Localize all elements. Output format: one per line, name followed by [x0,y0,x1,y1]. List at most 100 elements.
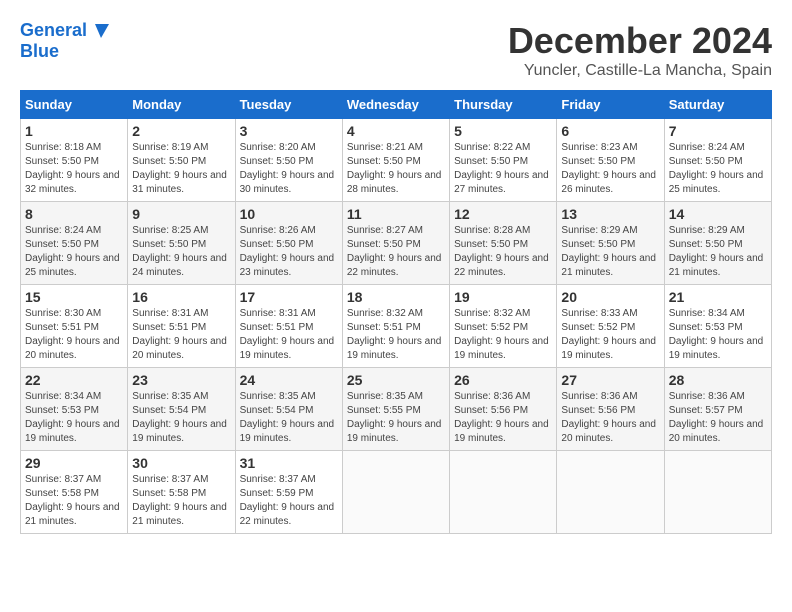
calendar-cell [342,451,449,534]
calendar-cell: 16Sunrise: 8:31 AM Sunset: 5:51 PM Dayli… [128,285,235,368]
logo-bird-icon [87,20,109,42]
day-info: Sunrise: 8:34 AM Sunset: 5:53 PM Dayligh… [25,390,123,446]
day-header-wednesday: Wednesday [342,91,449,119]
day-info: Sunrise: 8:27 AM Sunset: 5:50 PM Dayligh… [347,224,445,280]
calendar-cell: 7Sunrise: 8:24 AM Sunset: 5:50 PM Daylig… [664,119,771,202]
calendar-header-row: SundayMondayTuesdayWednesdayThursdayFrid… [21,91,772,119]
calendar-cell: 11 Sunrise: 8:27 AM Sunset: 5:50 PM Dayli… [342,202,449,285]
day-info: Sunrise: 8:37 AM Sunset: 5:58 PM Dayligh… [25,473,123,529]
day-number: 1 [25,123,123,139]
calendar-cell: 8Sunrise: 8:24 AM Sunset: 5:50 PM Daylig… [21,202,128,285]
day-info: Sunrise: 8:36 AM Sunset: 5:56 PM Dayligh… [454,390,552,446]
day-info: Sunrise: 8:32 AM Sunset: 5:51 PM Dayligh… [347,307,445,363]
day-number: 3 [240,123,338,139]
calendar-cell: 25 Sunrise: 8:35 AM Sunset: 5:55 PM Dayli… [342,368,449,451]
day-info: Sunrise: 8:24 AM Sunset: 5:50 PM Dayligh… [25,224,123,280]
calendar-table: SundayMondayTuesdayWednesdayThursdayFrid… [20,90,772,534]
day-info: Sunrise: 8:37 AM Sunset: 5:59 PM Dayligh… [240,473,338,529]
day-info: Sunrise: 8:31 AM Sunset: 5:51 PM Dayligh… [240,307,338,363]
day-info: Sunrise: 8:21 AM Sunset: 5:50 PM Dayligh… [347,141,445,197]
day-number: 11 [347,206,445,222]
day-number: 27 [561,372,659,388]
day-info: Sunrise: 8:28 AM Sunset: 5:50 PM Dayligh… [454,224,552,280]
logo-text-blue: Blue [20,42,59,62]
day-info: Sunrise: 8:25 AM Sunset: 5:50 PM Dayligh… [132,224,230,280]
location-title: Yuncler, Castille-La Mancha, Spain [508,62,772,80]
logo: General Blue [20,20,109,62]
day-number: 4 [347,123,445,139]
day-number: 9 [132,206,230,222]
calendar-cell: 20 Sunrise: 8:33 AM Sunset: 5:52 PM Dayli… [557,285,664,368]
title-section: December 2024 Yuncler, Castille-La Manch… [508,20,772,80]
day-number: 10 [240,206,338,222]
day-info: Sunrise: 8:29 AM Sunset: 5:50 PM Dayligh… [561,224,659,280]
day-number: 13 [561,206,659,222]
day-header-sunday: Sunday [21,91,128,119]
day-header-thursday: Thursday [450,91,557,119]
day-number: 25 [347,372,445,388]
day-number: 14 [669,206,767,222]
day-info: Sunrise: 8:23 AM Sunset: 5:50 PM Dayligh… [561,141,659,197]
day-info: Sunrise: 8:35 AM Sunset: 5:54 PM Dayligh… [132,390,230,446]
month-title: December 2024 [508,20,772,62]
calendar-cell: 23Sunrise: 8:35 AM Sunset: 5:54 PM Dayli… [128,368,235,451]
day-info: Sunrise: 8:33 AM Sunset: 5:52 PM Dayligh… [561,307,659,363]
calendar-cell: 29 Sunrise: 8:37 AM Sunset: 5:58 PM Dayli… [21,451,128,534]
day-info: Sunrise: 8:29 AM Sunset: 5:50 PM Dayligh… [669,224,767,280]
calendar-cell: 5 Sunrise: 8:22 AM Sunset: 5:50 PM Daylig… [450,119,557,202]
calendar-week-row: 1 Sunrise: 8:18 AM Sunset: 5:50 PM Daylig… [21,119,772,202]
day-info: Sunrise: 8:34 AM Sunset: 5:53 PM Dayligh… [669,307,767,363]
day-number: 2 [132,123,230,139]
day-header-monday: Monday [128,91,235,119]
calendar-week-row: 8Sunrise: 8:24 AM Sunset: 5:50 PM Daylig… [21,202,772,285]
day-number: 22 [25,372,123,388]
calendar-cell: 13 Sunrise: 8:29 AM Sunset: 5:50 PM Dayli… [557,202,664,285]
calendar-cell: 22 Sunrise: 8:34 AM Sunset: 5:53 PM Dayli… [21,368,128,451]
calendar-cell: 1 Sunrise: 8:18 AM Sunset: 5:50 PM Daylig… [21,119,128,202]
calendar-cell: 18 Sunrise: 8:32 AM Sunset: 5:51 PM Dayli… [342,285,449,368]
day-number: 16 [132,289,230,305]
day-number: 5 [454,123,552,139]
day-info: Sunrise: 8:30 AM Sunset: 5:51 PM Dayligh… [25,307,123,363]
day-number: 26 [454,372,552,388]
day-number: 20 [561,289,659,305]
day-number: 6 [561,123,659,139]
calendar-cell [450,451,557,534]
calendar-cell: 28Sunrise: 8:36 AM Sunset: 5:57 PM Dayli… [664,368,771,451]
day-number: 18 [347,289,445,305]
day-number: 17 [240,289,338,305]
calendar-cell: 10 Sunrise: 8:26 AM Sunset: 5:50 PM Dayli… [235,202,342,285]
calendar-cell [557,451,664,534]
page-header: General Blue December 2024 Yuncler, Cast… [20,20,772,80]
day-header-friday: Friday [557,91,664,119]
day-info: Sunrise: 8:20 AM Sunset: 5:50 PM Dayligh… [240,141,338,197]
day-info: Sunrise: 8:35 AM Sunset: 5:55 PM Dayligh… [347,390,445,446]
calendar-cell: 30 Sunrise: 8:37 AM Sunset: 5:58 PM Dayli… [128,451,235,534]
calendar-cell: 2 Sunrise: 8:19 AM Sunset: 5:50 PM Daylig… [128,119,235,202]
calendar-cell: 14 Sunrise: 8:29 AM Sunset: 5:50 PM Dayli… [664,202,771,285]
day-info: Sunrise: 8:36 AM Sunset: 5:57 PM Dayligh… [669,390,767,446]
day-number: 19 [454,289,552,305]
calendar-cell: 3 Sunrise: 8:20 AM Sunset: 5:50 PM Daylig… [235,119,342,202]
calendar-week-row: 15 Sunrise: 8:30 AM Sunset: 5:51 PM Dayli… [21,285,772,368]
day-info: Sunrise: 8:32 AM Sunset: 5:52 PM Dayligh… [454,307,552,363]
day-number: 29 [25,455,123,471]
day-number: 31 [240,455,338,471]
logo-text: General [20,21,87,41]
day-info: Sunrise: 8:22 AM Sunset: 5:50 PM Dayligh… [454,141,552,197]
calendar-cell: 21Sunrise: 8:34 AM Sunset: 5:53 PM Dayli… [664,285,771,368]
day-header-tuesday: Tuesday [235,91,342,119]
day-info: Sunrise: 8:26 AM Sunset: 5:50 PM Dayligh… [240,224,338,280]
calendar-cell: 9 Sunrise: 8:25 AM Sunset: 5:50 PM Daylig… [128,202,235,285]
calendar-cell: 12Sunrise: 8:28 AM Sunset: 5:50 PM Dayli… [450,202,557,285]
calendar-week-row: 22 Sunrise: 8:34 AM Sunset: 5:53 PM Dayli… [21,368,772,451]
day-number: 30 [132,455,230,471]
day-header-saturday: Saturday [664,91,771,119]
day-number: 24 [240,372,338,388]
day-info: Sunrise: 8:18 AM Sunset: 5:50 PM Dayligh… [25,141,123,197]
calendar-cell: 17 Sunrise: 8:31 AM Sunset: 5:51 PM Dayli… [235,285,342,368]
day-info: Sunrise: 8:37 AM Sunset: 5:58 PM Dayligh… [132,473,230,529]
calendar-cell: 27Sunrise: 8:36 AM Sunset: 5:56 PM Dayli… [557,368,664,451]
day-number: 15 [25,289,123,305]
day-info: Sunrise: 8:19 AM Sunset: 5:50 PM Dayligh… [132,141,230,197]
